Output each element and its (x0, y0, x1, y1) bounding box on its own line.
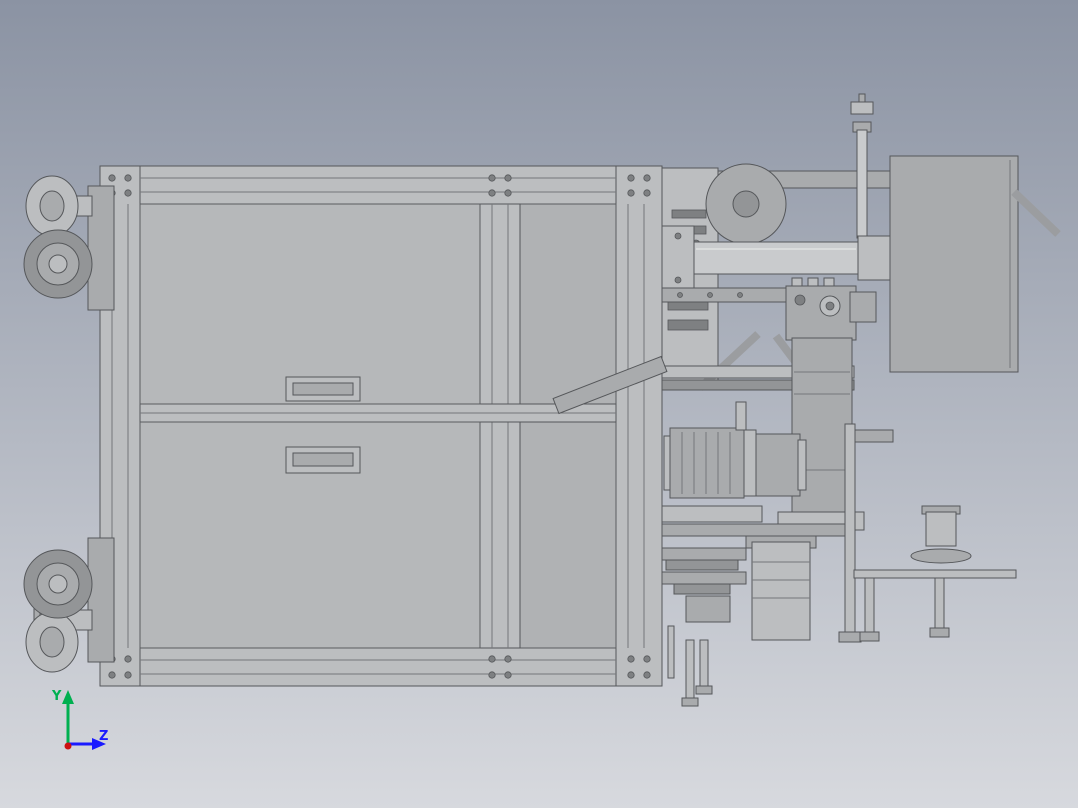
gearbox-bolt-block (823, 277, 835, 287)
fastener-hole (643, 655, 651, 663)
caster-flange-hub (39, 190, 65, 222)
lower-door[interactable] (139, 421, 481, 649)
interior-panel-upper (519, 203, 617, 405)
bolt-hole (677, 292, 683, 298)
fastener-hole (504, 671, 512, 679)
bolt-hole (674, 232, 682, 240)
fastener-hole (643, 174, 651, 182)
gearbox-body (785, 285, 857, 341)
slide-plate-bottom (651, 523, 851, 537)
fastener-hole (504, 189, 512, 197)
rod-thin (667, 625, 675, 679)
bolt-hole (674, 276, 682, 284)
stepper-motor-left[interactable] (663, 427, 757, 499)
fastener-hole (108, 671, 116, 679)
y-axis-label: Y (51, 689, 62, 704)
shaft-coupler-right (857, 235, 891, 281)
interior-panel-lower (519, 421, 617, 649)
gearbox-bolt-block (807, 277, 819, 287)
slide-plate-top (651, 505, 763, 523)
frame-rail-top (99, 165, 663, 205)
motor-body (755, 433, 801, 497)
upper-door[interactable] (139, 203, 481, 405)
rod-thin (699, 639, 709, 691)
fastener-hole (488, 189, 496, 197)
fastener-hole (627, 174, 635, 182)
rod-foot (695, 685, 713, 695)
shaft-body (693, 241, 859, 275)
rod-foot (681, 697, 699, 707)
rod-shaft (856, 129, 868, 239)
z-axis-label: Z (99, 729, 108, 744)
door-handle-recess (292, 382, 354, 396)
alignment-pin[interactable] (735, 401, 747, 431)
gearbox-bolt-block (791, 277, 803, 287)
caster-bracket (87, 537, 115, 663)
plate-slot (667, 319, 709, 331)
table-foot (859, 631, 880, 642)
spindle-disc (910, 548, 972, 564)
motor-body (669, 427, 745, 499)
canister-body (751, 541, 811, 641)
rod-thin (685, 639, 695, 703)
fastener-hole (124, 174, 132, 182)
control-box-body (889, 155, 1019, 373)
outrigger-foot (838, 631, 862, 643)
drive-pulley[interactable] (705, 163, 787, 245)
table-leg (934, 577, 945, 631)
fastener-hole (108, 174, 116, 182)
cad-window: Y Z (0, 0, 1078, 808)
outrigger-post (844, 423, 856, 637)
stack-plate (657, 571, 747, 585)
stack-plate (673, 583, 731, 595)
fastener-hole (124, 189, 132, 197)
door-handle-recess (292, 452, 354, 467)
cad-viewport[interactable]: Y Z (0, 0, 1078, 808)
fastener-hole (488, 174, 496, 182)
caster-bottom[interactable] (23, 537, 115, 673)
vacuum-canister[interactable] (745, 535, 817, 641)
fastener-hole (488, 655, 496, 663)
table-foot (929, 627, 950, 638)
outrigger-arm (854, 429, 894, 443)
motor-flange (743, 429, 757, 497)
caster-top[interactable] (23, 175, 115, 311)
stack-plate (657, 547, 747, 561)
fastener-hole (627, 655, 635, 663)
table-leg (864, 577, 875, 635)
fastener-hole (124, 671, 132, 679)
caster-flange-hub (39, 626, 65, 658)
fastener-hole (627, 671, 635, 679)
fastener-hole (488, 671, 496, 679)
rod-fitting-upper (850, 101, 874, 115)
column-body (791, 337, 853, 533)
plate-slot (671, 209, 707, 219)
bolt-hole (737, 292, 743, 298)
spindle-cylinder (925, 511, 957, 547)
caster-wheel-hub (48, 574, 68, 594)
motor-cap (797, 439, 807, 491)
frame-rail-bottom (99, 647, 663, 687)
fastener-hole (124, 655, 132, 663)
fastener-hole (627, 189, 635, 197)
frame-rail-inner-vertical (479, 203, 521, 649)
fastener-hole (504, 655, 512, 663)
stack-plate (665, 559, 739, 571)
caster-wheel-hub (48, 254, 68, 274)
gearbox-shaft-hole (825, 301, 835, 311)
pulley-hub (732, 190, 760, 218)
fastener-hole (643, 671, 651, 679)
fastener-hole (504, 174, 512, 182)
stepper-motor-right[interactable] (755, 433, 807, 497)
table-plate (853, 569, 1017, 579)
frame-rail-right (615, 165, 663, 687)
x-axis-origin-dot (64, 742, 72, 750)
upper-door-panel (139, 203, 481, 405)
fastener-hole (643, 189, 651, 197)
gearbox-port (794, 294, 806, 306)
gearbox-side-bracket (849, 291, 877, 323)
bolt-hole (707, 292, 713, 298)
stack-block (685, 595, 731, 623)
